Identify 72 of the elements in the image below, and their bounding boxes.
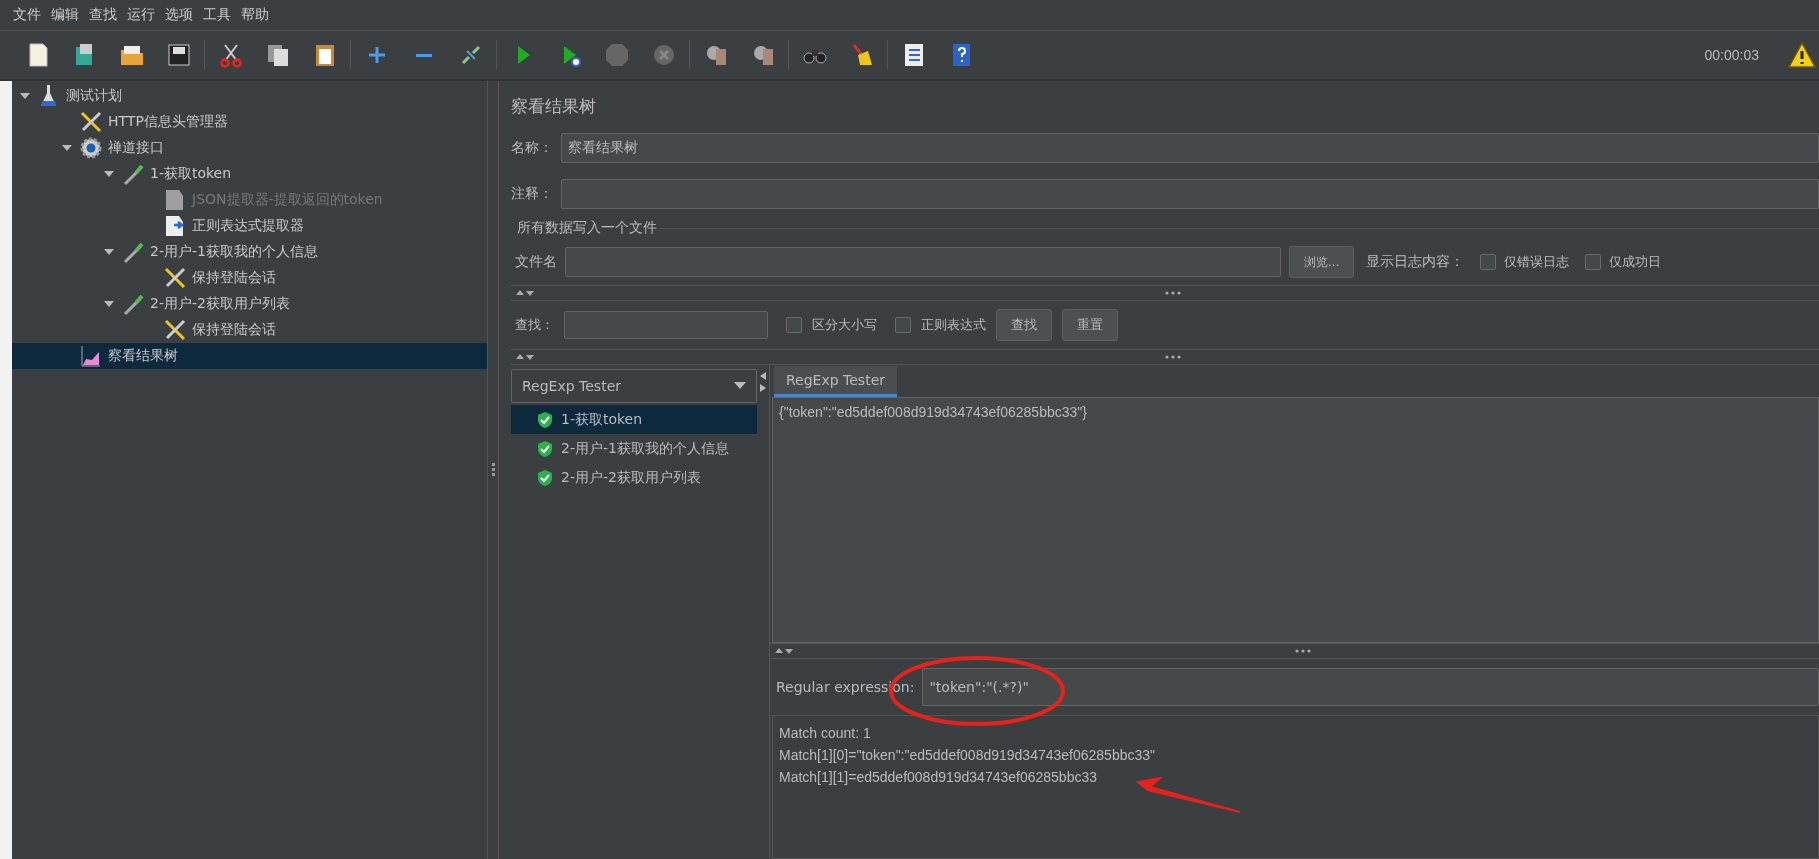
search-button[interactable]: 重置 xyxy=(1062,309,1118,341)
minus-icon xyxy=(415,53,432,57)
output-line: Match count: 1 xyxy=(779,724,872,743)
section-legend: 所有数据写入一个文件 xyxy=(517,219,657,237)
field-label: 文件名 xyxy=(515,253,557,271)
elapsed-time: 00:00:03 xyxy=(1704,47,1759,63)
shield-check-icon xyxy=(537,468,553,487)
tree-item[interactable]: 测试计划 xyxy=(12,83,487,109)
tools-icon xyxy=(164,266,186,290)
menu-item[interactable]: 工具 xyxy=(198,6,236,24)
sample-item[interactable]: 2-用户-1获取我的个人信息 xyxy=(511,434,757,463)
tree-item[interactable]: 禅道接口 xyxy=(12,135,487,161)
shield-check-icon xyxy=(537,439,553,458)
output-line: Match[1][0]="token":"ed5ddef008d919d34743ef06285bbc33" xyxy=(779,746,1157,765)
drag-handle-icon[interactable] xyxy=(1294,649,1311,653)
regex-field[interactable]: "token":"(.*?)" xyxy=(922,668,1819,706)
tree-item[interactable]: 保持登陆会话 xyxy=(12,265,487,291)
renderer-dropdown[interactable]: RegExp Tester xyxy=(511,369,757,403)
menu-item[interactable]: 文件 xyxy=(8,6,46,24)
field-label: 名称： xyxy=(511,139,553,157)
menu-item[interactable]: 帮助 xyxy=(236,6,274,24)
tree-item[interactable]: 2-用户-1获取我的个人信息 xyxy=(12,239,487,265)
dropdown-arrow-icon xyxy=(734,382,746,390)
tree-item[interactable]: 察看结果树 xyxy=(12,343,487,369)
gear-icon xyxy=(80,136,102,160)
panel-title: 察看结果树 xyxy=(511,94,597,118)
search-button[interactable]: 查找 xyxy=(996,309,1052,341)
tab[interactable]: RegExp Tester xyxy=(774,366,897,397)
output-line: Match[1][1]=ed5ddef008d919d34743ef06285bbc33 xyxy=(779,768,1098,787)
field-label: 查找： xyxy=(515,316,554,334)
response-text-area[interactable]: {"token":"ed5ddef008d919d34743ef06285bbc33"} xyxy=(772,397,1819,643)
log-label: 显示日志内容： xyxy=(1366,253,1465,271)
browse-button[interactable]: 浏览... xyxy=(1289,246,1355,278)
checkbox[interactable] xyxy=(895,317,911,333)
tree-item[interactable]: 正则表达式提取器 xyxy=(12,213,487,239)
pipette-icon xyxy=(122,292,144,316)
checkbox-label: 仅错误日志 xyxy=(1504,253,1570,271)
collapse-arrows-icon[interactable] xyxy=(774,647,794,655)
checkbox-label: 仅成功日 xyxy=(1609,253,1662,271)
menu-item[interactable]: 查找 xyxy=(84,6,122,24)
tree-item[interactable]: 1-获取token xyxy=(12,161,487,187)
tree-item[interactable]: 2-用户-2获取用户列表 xyxy=(12,291,487,317)
checkbox-label: 区分大小写 xyxy=(812,316,877,334)
filename-field[interactable] xyxy=(565,247,1281,277)
pipette-icon xyxy=(122,240,144,264)
collapse-arrows-icon[interactable] xyxy=(515,353,535,361)
sample-item[interactable]: 2-用户-2获取用户列表 xyxy=(511,463,757,492)
collapse-arrows-icon[interactable] xyxy=(515,289,535,297)
tools-icon xyxy=(80,110,102,134)
checkbox[interactable] xyxy=(786,317,802,333)
menu-item[interactable]: 运行 xyxy=(122,6,160,24)
menu-item[interactable]: 选项 xyxy=(160,6,198,24)
chart-icon xyxy=(80,344,102,368)
shield-check-icon xyxy=(537,410,553,429)
collapse-arrows-icon[interactable] xyxy=(759,371,767,393)
comment-field[interactable] xyxy=(561,179,1819,209)
warning-icon[interactable] xyxy=(1787,41,1817,69)
drag-handle-icon[interactable] xyxy=(1165,291,1181,295)
search-field[interactable] xyxy=(564,311,768,339)
name-field[interactable]: 察看结果树 xyxy=(561,133,1819,163)
checkbox[interactable] xyxy=(1480,254,1497,270)
response-text: {"token":"ed5ddef008d919d34743ef06285bbc33"} xyxy=(779,404,1087,420)
tools-icon xyxy=(164,318,186,342)
sample-item[interactable]: 1-获取token xyxy=(511,405,757,434)
checkbox-label: 正则表达式 xyxy=(921,316,986,334)
tree-item[interactable]: HTTP信息头管理器 xyxy=(12,109,487,135)
menu-item[interactable]: 编辑 xyxy=(46,6,84,24)
pipette-icon xyxy=(122,162,144,186)
drag-handle-icon[interactable] xyxy=(1165,355,1181,359)
field-label: 注释： xyxy=(511,185,553,203)
tree-item[interactable]: 保持登陆会话 xyxy=(12,317,487,343)
checkbox[interactable] xyxy=(1585,254,1602,270)
